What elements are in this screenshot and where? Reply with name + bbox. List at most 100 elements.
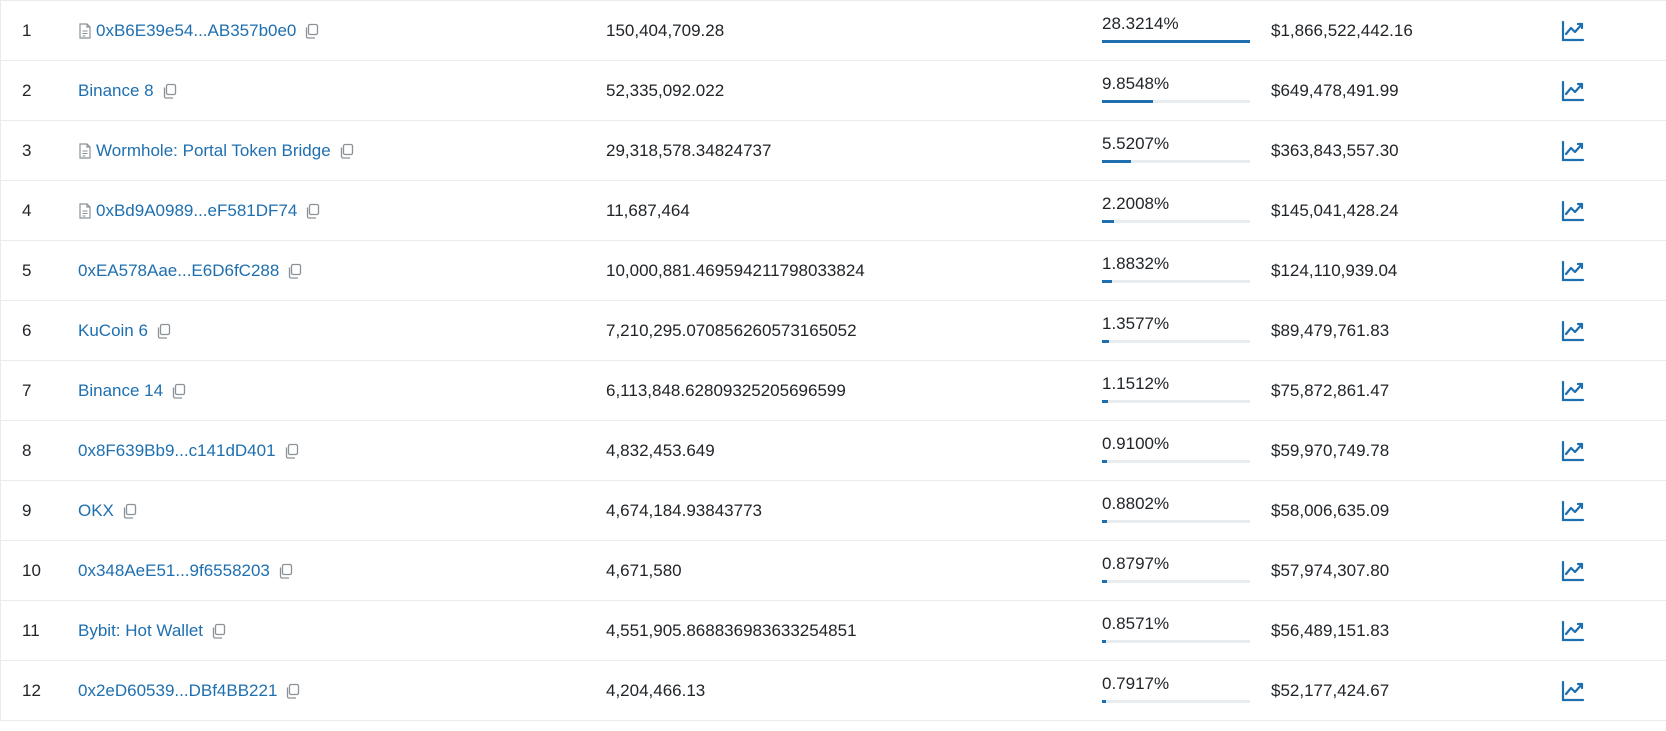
percentage-bar xyxy=(1102,520,1250,523)
quantity-cell: 4,671,580 xyxy=(606,541,682,600)
address-link[interactable]: OKX xyxy=(78,501,114,521)
address-link[interactable]: Wormhole: Portal Token Bridge xyxy=(96,141,331,161)
percentage-bar-fill xyxy=(1102,280,1112,283)
holders-table: 1 0xB6E39e54...AB357b0e0 150,404,709.28 … xyxy=(0,0,1666,721)
copy-icon[interactable] xyxy=(284,443,299,459)
percentage-bar xyxy=(1102,580,1250,583)
quantity-value: 4,832,453.649 xyxy=(606,440,715,460)
chart-line-icon[interactable] xyxy=(1561,380,1585,402)
copy-icon[interactable] xyxy=(285,683,300,699)
analytics-cell xyxy=(1561,1,1585,60)
rank-number: 7 xyxy=(22,380,32,400)
percentage-cell: 0.7917% xyxy=(1102,661,1252,720)
percentage-cell: 2.2008% xyxy=(1102,181,1252,240)
chart-line-icon[interactable] xyxy=(1561,260,1585,282)
document-icon xyxy=(78,22,92,39)
value-amount: $56,489,151.83 xyxy=(1271,620,1390,640)
percentage-cell: 0.8802% xyxy=(1102,481,1252,540)
copy-icon[interactable] xyxy=(339,143,354,159)
chart-line-icon[interactable] xyxy=(1561,140,1585,162)
analytics-cell xyxy=(1561,241,1585,300)
value-cell: $649,478,491.99 xyxy=(1271,61,1399,120)
address-link[interactable]: 0xB6E39e54...AB357b0e0 xyxy=(96,21,296,41)
percentage-value: 5.5207% xyxy=(1102,134,1170,153)
percentage-bar-fill xyxy=(1102,160,1131,163)
rank-cell: 9 xyxy=(22,481,31,540)
quantity-cell: 6,113,848.62809325205696599 xyxy=(606,361,846,420)
quantity-value: 10,000,881.469594211798033824 xyxy=(606,260,865,280)
table-row: 3 Wormhole: Portal Token Bridge 29,318,5… xyxy=(1,121,1666,181)
value-cell: $52,177,424.67 xyxy=(1271,661,1389,720)
percentage-value: 1.3577% xyxy=(1102,314,1170,333)
chart-line-icon[interactable] xyxy=(1561,320,1585,342)
copy-icon[interactable] xyxy=(171,383,186,399)
copy-icon[interactable] xyxy=(305,203,320,219)
rank-number: 5 xyxy=(22,260,32,280)
copy-icon[interactable] xyxy=(304,23,319,39)
table-row: 7 Binance 14 6,113,848.62809325205696599… xyxy=(1,361,1666,421)
chart-line-icon[interactable] xyxy=(1561,680,1585,702)
percentage-bar-fill xyxy=(1102,400,1108,403)
chart-line-icon[interactable] xyxy=(1561,560,1585,582)
quantity-cell: 11,687,464 xyxy=(606,181,690,240)
quantity-value: 4,674,184.93843773 xyxy=(606,500,762,520)
percentage-bar-fill xyxy=(1102,100,1153,103)
table-row: 2 Binance 8 52,335,092.022 9.8548% $649,… xyxy=(1,61,1666,121)
copy-icon[interactable] xyxy=(278,563,293,579)
quantity-cell: 4,551,905.868836983633254851 xyxy=(606,601,857,660)
address-link[interactable]: 0x2eD60539...DBf4BB221 xyxy=(78,681,277,701)
copy-icon[interactable] xyxy=(162,83,177,99)
address-cell: KuCoin 6 xyxy=(78,301,171,360)
table-row: 12 0x2eD60539...DBf4BB221 4,204,466.13 0… xyxy=(1,661,1666,721)
address-link[interactable]: 0x8F639Bb9...c141dD401 xyxy=(78,441,276,461)
address-cell: Wormhole: Portal Token Bridge xyxy=(78,121,354,180)
value-cell: $56,489,151.83 xyxy=(1271,601,1389,660)
value-cell: $75,872,861.47 xyxy=(1271,361,1389,420)
percentage-bar-fill xyxy=(1102,40,1250,43)
percentage-cell: 9.8548% xyxy=(1102,61,1252,120)
address-link[interactable]: 0xEA578Aae...E6D6fC288 xyxy=(78,261,279,281)
analytics-cell xyxy=(1561,181,1585,240)
chart-line-icon[interactable] xyxy=(1561,200,1585,222)
quantity-cell: 52,335,092.022 xyxy=(606,61,724,120)
percentage-cell: 1.1512% xyxy=(1102,361,1252,420)
chart-line-icon[interactable] xyxy=(1561,500,1585,522)
address-link[interactable]: KuCoin 6 xyxy=(78,321,148,341)
copy-icon[interactable] xyxy=(211,623,226,639)
percentage-value: 0.8802% xyxy=(1102,494,1170,513)
address-link[interactable]: Bybit: Hot Wallet xyxy=(78,621,203,641)
quantity-value: 29,318,578.34824737 xyxy=(606,140,772,160)
copy-icon[interactable] xyxy=(287,263,302,279)
rank-cell: 10 xyxy=(22,541,41,600)
value-amount: $59,970,749.78 xyxy=(1271,440,1390,460)
address-link[interactable]: 0xBd9A0989...eF581DF74 xyxy=(96,201,297,221)
chart-line-icon[interactable] xyxy=(1561,620,1585,642)
rank-number: 1 xyxy=(22,20,32,40)
table-row: 5 0xEA578Aae...E6D6fC288 10,000,881.4695… xyxy=(1,241,1666,301)
rank-cell: 2 xyxy=(22,61,31,120)
copy-icon[interactable] xyxy=(156,323,171,339)
quantity-value: 52,335,092.022 xyxy=(606,80,725,100)
percentage-cell: 0.8797% xyxy=(1102,541,1252,600)
value-cell: $57,974,307.80 xyxy=(1271,541,1389,600)
copy-icon[interactable] xyxy=(122,503,137,519)
chart-line-icon[interactable] xyxy=(1561,80,1585,102)
value-cell: $59,970,749.78 xyxy=(1271,421,1389,480)
analytics-cell xyxy=(1561,361,1585,420)
table-row: 4 0xBd9A0989...eF581DF74 11,687,464 2.20… xyxy=(1,181,1666,241)
rank-cell: 4 xyxy=(22,181,31,240)
chart-line-icon[interactable] xyxy=(1561,440,1585,462)
value-amount: $75,872,861.47 xyxy=(1271,380,1390,400)
percentage-value: 2.2008% xyxy=(1102,194,1170,213)
percentage-cell: 28.3214% xyxy=(1102,1,1252,60)
chart-line-icon[interactable] xyxy=(1561,20,1585,42)
address-link[interactable]: Binance 8 xyxy=(78,81,154,101)
percentage-bar xyxy=(1102,220,1250,223)
quantity-cell: 150,404,709.28 xyxy=(606,1,724,60)
rank-number: 10 xyxy=(22,560,41,580)
table-row: 9 OKX 4,674,184.93843773 0.8802% $58,006… xyxy=(1,481,1666,541)
quantity-cell: 10,000,881.469594211798033824 xyxy=(606,241,865,300)
rank-cell: 1 xyxy=(22,1,31,60)
address-link[interactable]: 0x348AeE51...9f6558203 xyxy=(78,561,270,581)
address-link[interactable]: Binance 14 xyxy=(78,381,163,401)
